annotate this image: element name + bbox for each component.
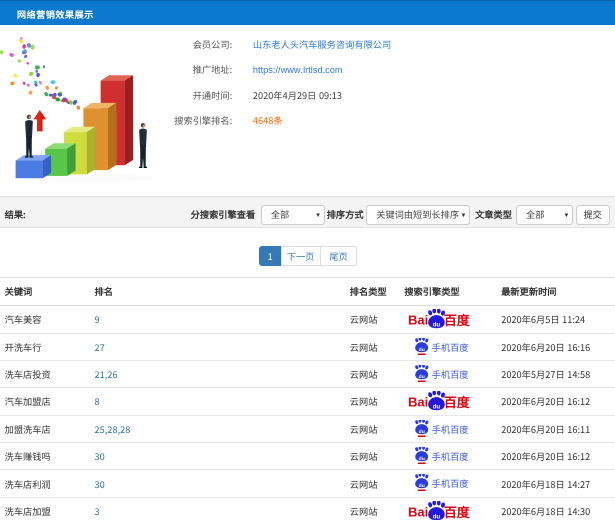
svg-text:du: du (433, 322, 441, 329)
svg-text:du: du (418, 429, 424, 435)
svg-text:du: du (418, 374, 424, 380)
svg-text:du: du (418, 347, 424, 353)
svg-text:手机百度: 手机百度 (431, 476, 468, 490)
svg-text:百度: 百度 (444, 310, 471, 329)
svg-text:百度: 百度 (444, 392, 471, 411)
svg-text:du: du (418, 456, 424, 462)
svg-text:Bai: Bai (408, 395, 428, 410)
svg-text:手机百度: 手机百度 (431, 449, 468, 463)
svg-text:du: du (433, 404, 441, 411)
svg-text:Bai: Bai (408, 313, 428, 328)
svg-text:Bai: Bai (408, 504, 428, 519)
svg-text:手机百度: 手机百度 (431, 367, 468, 381)
svg-text:du: du (433, 513, 441, 520)
svg-text:手机百度: 手机百度 (431, 340, 468, 354)
svg-text:du: du (418, 483, 424, 489)
svg-text:百度: 百度 (444, 502, 471, 520)
svg-text:手机百度: 手机百度 (431, 422, 468, 436)
